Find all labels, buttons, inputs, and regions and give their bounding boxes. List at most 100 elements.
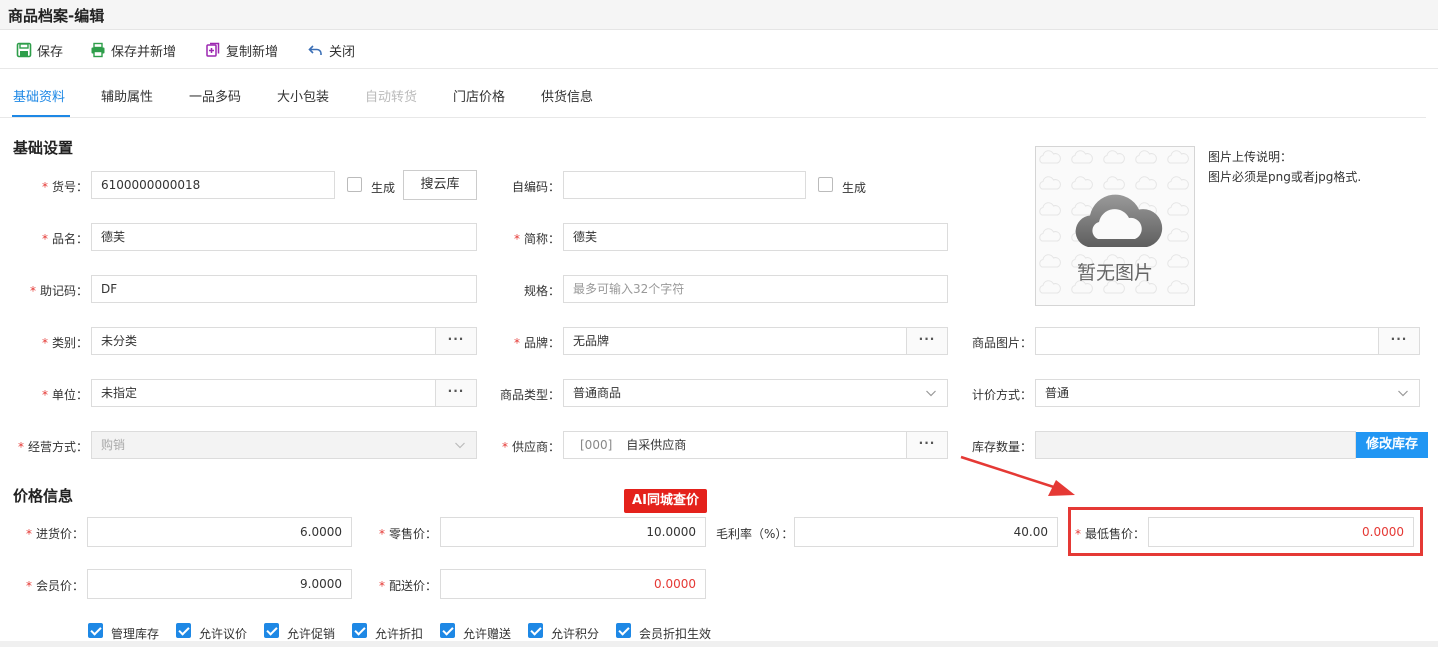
sku-input[interactable]: 6100000000018: [91, 171, 335, 199]
close-button[interactable]: 关闭: [308, 40, 355, 60]
sku-generate-label: 生成: [371, 181, 396, 195]
image-upload-note-text: 图片必须是png或者jpg格式.: [1208, 170, 1362, 184]
manage-stock-checkbox[interactable]: [88, 623, 103, 638]
unit-label: * 单位：: [41, 388, 88, 402]
mnemonic-input[interactable]: DF: [91, 275, 477, 303]
selfcode-generate-checkbox[interactable]: [818, 177, 833, 192]
pricing-method-value: 普通: [1045, 386, 1070, 400]
save-label: 保存: [37, 44, 64, 60]
tab-multi-barcode[interactable]: 一品多码: [189, 86, 241, 105]
short-name-input[interactable]: 德芙: [563, 223, 948, 251]
sku-generate-checkbox[interactable]: [347, 177, 362, 192]
product-image-label: 商品图片：: [971, 336, 1032, 350]
tab-supply-info[interactable]: 供货信息: [541, 86, 593, 105]
allow-points-checkbox[interactable]: [528, 623, 543, 638]
business-mode-select: 购销: [91, 431, 477, 459]
retail-price-label: * 零售价：: [378, 527, 437, 541]
allow-gift-label: 允许赠送: [463, 627, 512, 641]
member-discount-label: 会员折扣生效: [639, 627, 712, 641]
name-input[interactable]: 德芙: [91, 223, 477, 251]
brand-label: * 品牌：: [513, 336, 560, 350]
window-title: 商品档案-编辑: [8, 7, 105, 25]
supplier-code: [000]: [580, 438, 613, 452]
supplier-value: 自采供应商: [626, 438, 687, 452]
selfcode-input[interactable]: [563, 171, 806, 199]
annotation-arrow-icon: [960, 455, 1075, 496]
pricing-method-select[interactable]: 普通: [1035, 379, 1420, 407]
spec-label: 规格：: [523, 284, 560, 298]
active-tab-indicator: [12, 115, 70, 117]
unit-picker-button[interactable]: ···: [435, 380, 476, 406]
brand-input[interactable]: 无品牌 ···: [563, 327, 948, 355]
toolbar: 保存 保存并新增 复制新增 关闭: [0, 31, 1438, 69]
member-price-label: * 会员价：: [25, 579, 84, 593]
undo-arrow-icon: [308, 45, 322, 55]
bottom-scrollbar[interactable]: [0, 641, 1438, 647]
gross-margin-input[interactable]: 40.00: [794, 517, 1058, 547]
goods-type-select[interactable]: 普通商品: [563, 379, 948, 407]
delivery-price-input[interactable]: 0.0000: [440, 569, 706, 599]
save-button[interactable]: 保存: [16, 40, 63, 60]
tab-basic-info[interactable]: 基础资料: [13, 86, 65, 105]
member-price-input[interactable]: 9.0000: [87, 569, 352, 599]
allow-promotion-checkbox[interactable]: [264, 623, 279, 638]
allow-discount-checkbox[interactable]: [352, 623, 367, 638]
copy-new-label: 复制新增: [226, 44, 279, 60]
unit-input[interactable]: 未指定 ···: [91, 379, 477, 407]
unit-value: 未指定: [101, 386, 138, 400]
chevron-down-icon: [926, 390, 936, 397]
category-picker-button[interactable]: ···: [435, 328, 476, 354]
allow-discount-label: 允许折扣: [375, 627, 424, 641]
no-image-text: 暂无图片: [1076, 262, 1153, 284]
goods-type-value: 普通商品: [573, 386, 622, 400]
sku-label: * 货号：: [41, 180, 88, 194]
purchase-price-label: * 进货价：: [25, 527, 84, 541]
category-input[interactable]: 未分类 ···: [91, 327, 477, 355]
window-titlebar: 商品档案-编辑: [0, 0, 1438, 30]
min-price-highlight-box: [1068, 507, 1423, 556]
spec-input[interactable]: 最多可输入32个字符: [563, 275, 948, 303]
supplier-input[interactable]: [000] 自采供应商 ···: [563, 431, 948, 459]
retail-price-input[interactable]: 10.0000: [440, 517, 706, 547]
close-label: 关闭: [329, 44, 356, 60]
manage-stock-label: 管理库存: [111, 627, 160, 641]
business-mode-value: 购销: [101, 438, 126, 452]
goods-type-label: 商品类型：: [499, 388, 560, 402]
mnemonic-label: * 助记码：: [29, 284, 88, 298]
tab-packaging[interactable]: 大小包装: [277, 86, 329, 105]
save-and-new-button[interactable]: 保存并新增: [90, 40, 176, 60]
selfcode-label: 自编码：: [511, 180, 560, 194]
supplier-picker-button[interactable]: ···: [906, 432, 947, 458]
ai-price-check-button[interactable]: AI同城查价: [624, 489, 707, 513]
tab-aux-attributes[interactable]: 辅助属性: [101, 86, 153, 105]
member-discount-checkbox[interactable]: [616, 623, 631, 638]
allow-promotion-label: 允许促销: [287, 627, 336, 641]
brand-picker-button[interactable]: ···: [906, 328, 947, 354]
tab-bar: 基础资料 辅助属性 一品多码 大小包装 自动转货 门店价格 供货信息: [0, 70, 1426, 118]
chevron-down-icon: [1398, 390, 1408, 397]
selfcode-generate-label: 生成: [842, 181, 867, 195]
allow-gift-checkbox[interactable]: [440, 623, 455, 638]
product-image-placeholder[interactable]: 暂无图片: [1035, 146, 1195, 306]
price-info-title: 价格信息: [13, 487, 74, 505]
category-value: 未分类: [101, 334, 138, 348]
product-image-picker-button[interactable]: ···: [1378, 328, 1419, 354]
search-cloud-button[interactable]: 搜云库: [403, 170, 477, 200]
product-image-input[interactable]: ···: [1035, 327, 1420, 355]
brand-value: 无品牌: [573, 334, 610, 348]
copy-new-button[interactable]: 复制新增: [205, 40, 278, 60]
purchase-price-input[interactable]: 6.0000: [87, 517, 352, 547]
delivery-price-label: * 配送价：: [378, 579, 437, 593]
save-and-new-label: 保存并新增: [111, 44, 177, 60]
allow-points-label: 允许积分: [551, 627, 600, 641]
modify-stock-button[interactable]: 修改库存: [1356, 432, 1428, 458]
printer-icon: [91, 42, 105, 58]
allow-bargain-checkbox[interactable]: [176, 623, 191, 638]
pricing-method-label: 计价方式：: [971, 388, 1032, 402]
business-mode-label: * 经营方式：: [17, 440, 88, 454]
short-name-label: * 简称：: [513, 232, 560, 246]
basic-settings-title: 基础设置: [13, 139, 74, 157]
chevron-down-icon: [455, 442, 465, 449]
tab-store-price[interactable]: 门店价格: [453, 86, 505, 105]
category-label: * 类别：: [41, 336, 88, 350]
